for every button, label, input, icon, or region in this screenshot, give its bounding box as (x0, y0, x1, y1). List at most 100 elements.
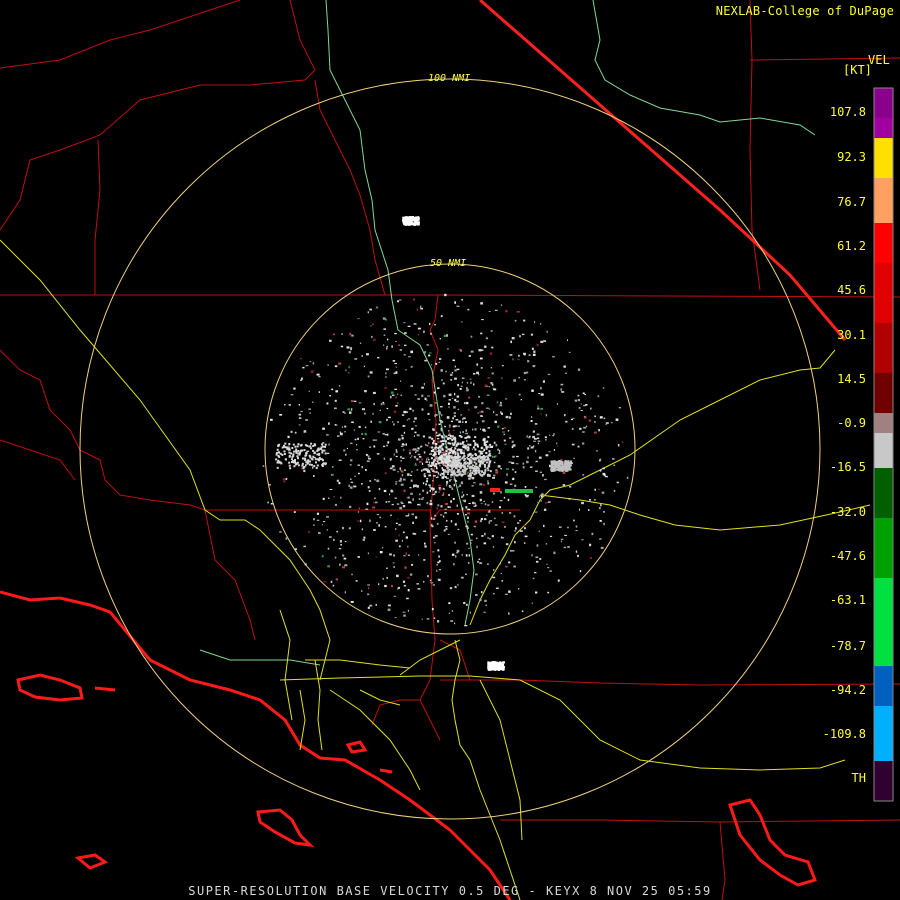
highways (0, 239, 871, 900)
echo-pixel (476, 469, 479, 472)
echo-pixel (300, 379, 303, 381)
echo-pixel (366, 460, 370, 463)
echo-pixel (468, 355, 471, 357)
echo-pixel (416, 469, 419, 471)
echo-pixel (321, 451, 324, 454)
echo-pixel (494, 420, 497, 424)
echo-pixel (301, 462, 304, 465)
echo-pixel (468, 396, 471, 399)
echo-pixel (427, 459, 430, 461)
echo-pixel (509, 483, 513, 485)
echo-pixel (454, 438, 457, 441)
echo-pixel (398, 524, 401, 526)
echo-pixel (594, 421, 596, 423)
echo-pixel (549, 434, 551, 436)
echo-pixel (553, 551, 556, 555)
echo-pixel (375, 501, 378, 504)
echo-pixel (537, 437, 540, 440)
echo-pixel (322, 497, 325, 500)
echo-pixel (465, 573, 467, 575)
echo-pixel (323, 581, 327, 583)
echo-pixel (379, 551, 383, 554)
echo-pixel (405, 515, 408, 517)
echo-pixel (357, 556, 360, 558)
echo-pixel (518, 335, 521, 338)
echo-pixel (415, 516, 418, 519)
echo-pixel (384, 526, 387, 528)
echo-pixel (456, 551, 459, 554)
echo-pixel (279, 531, 282, 533)
echo-pixel (494, 517, 496, 520)
echo-pixel (459, 442, 462, 445)
echo-pixel (418, 554, 420, 556)
echo-pixel (552, 462, 555, 465)
echo-pixel (474, 428, 477, 431)
echo-pixel (515, 527, 517, 530)
velocity-streak (505, 489, 533, 493)
echo-pixel (493, 662, 496, 665)
echo-pixel (471, 467, 474, 470)
echo-pixel (402, 425, 405, 427)
echo-pixel (452, 497, 455, 500)
echo-pixel (305, 419, 308, 421)
echo-pixel (339, 431, 341, 434)
echo-pixel (514, 319, 517, 322)
echo-pixel (582, 442, 585, 445)
echo-pixel (463, 450, 465, 452)
echo-pixel (439, 514, 443, 516)
echo-pixel (467, 455, 470, 458)
echo-pixel (438, 555, 440, 558)
echo-pixel (368, 457, 371, 460)
echo-pixel (485, 447, 488, 450)
echo-pixel (454, 523, 457, 526)
echo-pixel (404, 219, 407, 222)
echo-pixel (374, 479, 376, 481)
echo-pixel (328, 422, 330, 425)
echo-pixel (536, 544, 539, 547)
echo-pixel (539, 558, 542, 560)
echo-pixel (367, 593, 370, 596)
echo-pixel (481, 474, 484, 477)
echo-pixel (540, 407, 543, 410)
echo-pixel (626, 476, 629, 479)
echo-pixel (438, 361, 441, 363)
echo-pixel (369, 446, 372, 448)
echo-pixel (493, 667, 495, 670)
echo-pixel (540, 393, 544, 396)
echo-pixel (412, 409, 414, 412)
echo-pixel (483, 443, 486, 445)
echo-pixel (341, 526, 345, 530)
echo-pixel (278, 451, 280, 454)
echo-pixel (431, 468, 433, 471)
echo-pixel (575, 525, 578, 528)
echo-pixel (348, 372, 350, 374)
echo-pixel (575, 550, 578, 553)
echo-pixel (529, 445, 531, 447)
echo-pixel (295, 451, 298, 454)
echo-pixel (395, 340, 397, 342)
echo-pixel (394, 497, 397, 499)
echo-pixel (457, 408, 459, 411)
echo-pixel (568, 351, 571, 353)
echo-pixel (404, 566, 407, 569)
echo-pixel (377, 356, 380, 359)
echo-pixel (469, 469, 472, 472)
echo-pixel (372, 506, 376, 509)
echo-pixel (349, 505, 352, 508)
echo-pixel (438, 412, 441, 415)
echo-pixel (532, 430, 535, 433)
echo-pixel (540, 500, 542, 502)
radar-echoes (262, 216, 629, 671)
echo-pixel (445, 503, 448, 505)
echo-pixel (537, 501, 539, 503)
echo-pixel (384, 472, 387, 475)
echo-pixel (394, 617, 397, 619)
echo-pixel (411, 455, 413, 457)
echo-pixel (468, 466, 471, 469)
echo-pixel (293, 511, 296, 513)
echo-pixel (415, 450, 419, 452)
echo-pixel (451, 372, 454, 374)
echo-pixel (445, 482, 448, 485)
echo-pixel (478, 349, 482, 352)
echo-pixel (338, 459, 342, 461)
